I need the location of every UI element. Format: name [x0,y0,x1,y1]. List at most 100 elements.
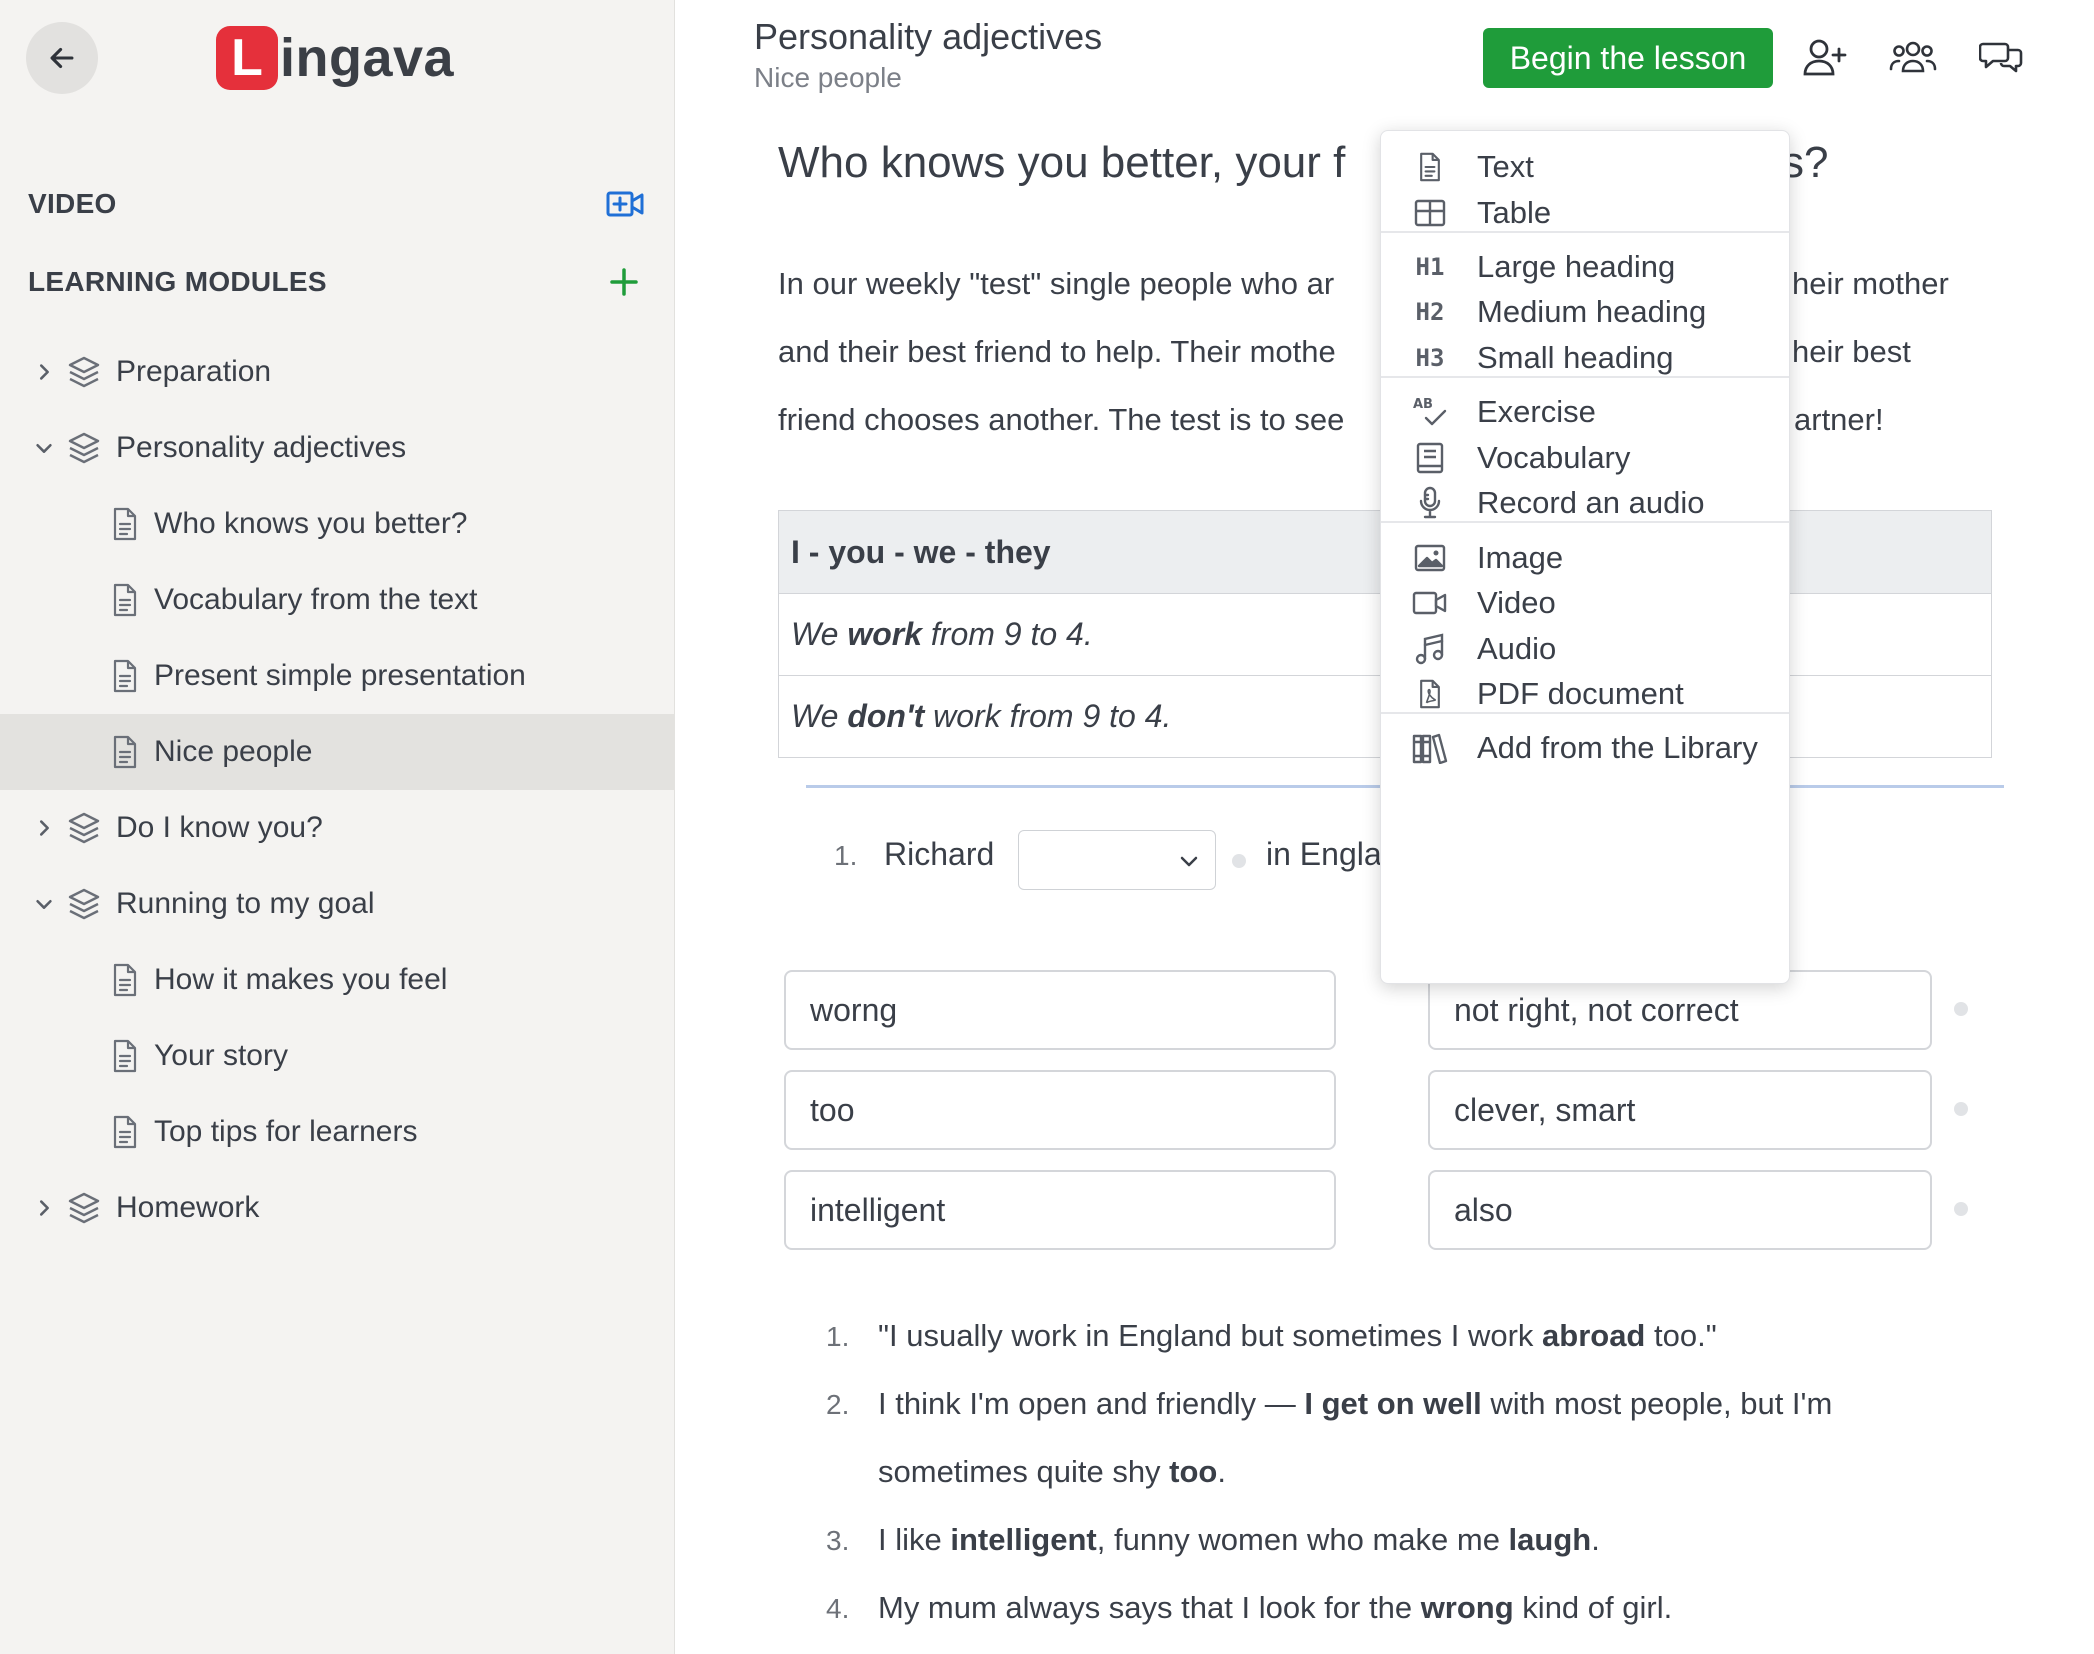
list-number: 1. [826,1321,850,1352]
page-subtitle: Nice people [754,62,902,93]
text-run: with most people, but I'm [1481,1386,1833,1421]
list-number: 4. [826,1593,850,1624]
pdf-icon [1420,679,1440,709]
chat-button[interactable] [1974,30,2028,84]
table-cell-text: We [791,698,848,734]
layers-icon [66,1190,102,1226]
text-run: sometimes quite shy [878,1454,1170,1489]
video-section-heading: VIDEO [28,188,117,219]
book-icon-wrap [1411,439,1449,477]
exercise-answer-select[interactable] [1018,830,1216,890]
match-left-item[interactable]: too [784,1070,1336,1150]
modules-section-heading: LEARNING MODULES [28,266,327,297]
sidebar-item[interactable]: Your story [0,1018,675,1094]
sidebar-item[interactable]: How it makes you feel [0,942,675,1018]
table-cell-text: from 9 to 4. [922,616,1093,652]
chevron-right-icon[interactable] [32,816,56,840]
menu-item[interactable]: PDF document [1381,664,1789,724]
menu-item-label: Video [1477,585,1556,620]
heading-icon: H1 [1415,253,1445,281]
AB-icon-wrap: AB [1411,393,1449,431]
match-left-item[interactable]: intelligent [784,1170,1336,1250]
list-text: sometimes quite shy too. [878,1454,1226,1490]
doc-icon-wrap [1411,148,1449,186]
sidebar-item[interactable]: Vocabulary from the text [0,562,675,638]
sidebar-item[interactable]: Running to my goal [0,866,675,942]
match-left-item[interactable]: worng [784,970,1336,1050]
image-icon [1414,544,1446,572]
begin-lesson-button[interactable]: Begin the lesson [1483,28,1773,88]
group-icon [1889,41,1937,73]
match-handle[interactable] [1954,1002,1968,1016]
heading-icon: H3 [1415,344,1445,372]
text-run: I think I'm open and friendly — [878,1386,1305,1421]
table-cell-text: work from 9 to 4. [924,698,1172,734]
section-heading: Who knows you better, your f [778,138,1346,187]
module-tree: Preparation Personality adjectives Who kno… [0,334,675,1246]
text-run: "I usually work in England but sometimes… [878,1318,1543,1353]
sidebar-item-label: How it makes you feel [154,963,448,996]
match-handle[interactable] [1954,1102,1968,1116]
table-cell-bold: don't [847,698,925,734]
layers-icon [66,354,102,390]
document-icon [112,1039,138,1073]
list-number: 2. [826,1389,850,1420]
match-handle[interactable] [1954,1202,1968,1216]
text-run: , funny women who make me [1096,1522,1509,1557]
music-note-icon [1415,633,1444,665]
image-icon-wrap [1411,539,1449,577]
menu-item-label: Exercise [1477,394,1596,429]
back-button[interactable] [26,22,98,94]
sidebar-item[interactable]: Who knows you better? [0,486,675,562]
bold-phrase: too [1169,1454,1218,1489]
video-plus-icon [606,191,644,217]
menu-item[interactable]: Add from the Library [1381,718,1789,778]
bold-phrase: I get on well [1304,1386,1482,1421]
chevron-right-icon[interactable] [32,360,56,384]
menu-item-label: Medium heading [1477,294,1707,329]
match-right-item[interactable]: clever, smart [1428,1070,1932,1150]
sidebar-item-label: Present simple presentation [154,659,526,692]
bold-phrase: intelligent [950,1522,1097,1557]
sidebar-item[interactable]: Preparation [0,334,675,410]
mic-icon-wrap [1411,484,1449,522]
exercise-text: Richard [884,836,995,872]
layers-icon [66,810,102,846]
menu-item[interactable]: H3 Small heading [1381,328,1789,388]
sidebar-item[interactable]: Top tips for learners [0,1094,675,1170]
group-button[interactable] [1886,30,1940,84]
add-block-menu: Text Table H1 Large heading H2 Medium heading… [1380,130,1790,984]
sidebar-item[interactable]: Present simple presentation [0,638,675,714]
sidebar-item-label: Running to my goal [116,887,375,920]
menu-item[interactable]: Record an audio [1381,473,1789,533]
chevron-right-icon[interactable] [32,1196,56,1220]
sidebar-item[interactable]: Personality adjectives [0,410,675,486]
sidebar-item-label: Personality adjectives [116,431,407,464]
text-run: My mum always says that I look for the [878,1590,1421,1625]
menu-item-label: Audio [1477,631,1557,666]
text-run: . [1217,1454,1226,1489]
paragraph-line-2-end: heir best [1792,334,1911,369]
sidebar-item[interactable]: Homework [0,1170,675,1246]
add-video-button[interactable] [604,184,648,224]
sidebar: L ingava VIDEO LEARNING MODULES Preparat… [0,0,675,1654]
svg-text:AB: AB [1413,397,1433,412]
add-module-button[interactable] [604,262,644,302]
user-plus-icon [1803,39,1847,76]
sidebar-item[interactable]: Nice people [0,714,675,790]
video-icon-wrap [1411,584,1449,622]
sidebar-item[interactable]: Do I know you? [0,790,675,866]
menu-item[interactable]: Table [1381,183,1789,243]
arrow-left-icon [50,47,74,69]
exercise-number: 1. [834,840,858,871]
logo-text: ingava [280,28,455,88]
document-icon [112,963,138,997]
menu-item-label: Small heading [1477,340,1674,375]
chevron-down-icon[interactable] [32,436,56,460]
chevron-down-icon[interactable] [32,892,56,916]
text-run: too." [1645,1318,1717,1353]
add-student-button[interactable] [1798,30,1852,84]
document-icon [112,735,138,769]
vocabulary-book-icon [1416,442,1444,474]
match-right-item[interactable]: also [1428,1170,1932,1250]
